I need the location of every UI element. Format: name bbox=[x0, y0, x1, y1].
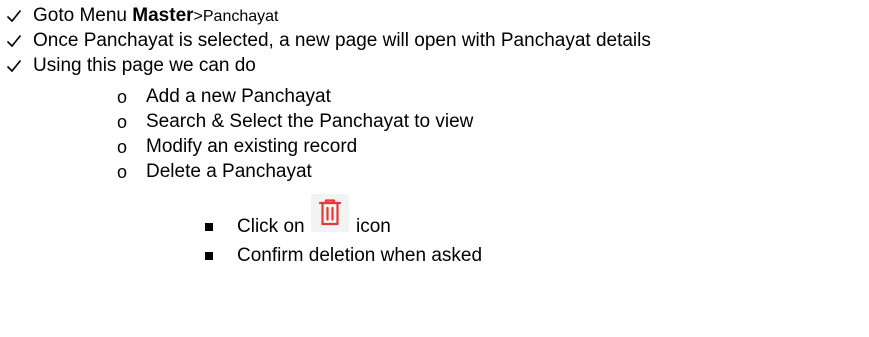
menu-panchayat: >Panchayat bbox=[193, 8, 279, 25]
instruction-document: Goto Menu Master>Panchayat Once Panchaya… bbox=[0, 0, 869, 337]
list-bullet: o bbox=[117, 87, 128, 107]
step-panchayat-selected: Once Panchayat is selected, a new page w… bbox=[33, 30, 651, 51]
menu-master: Master bbox=[132, 5, 194, 26]
substep-confirm: Confirm deletion when asked bbox=[237, 245, 483, 266]
step-using-page: Using this page we can do bbox=[33, 55, 256, 76]
action-search-select: Search & Select the Panchayat to view bbox=[146, 111, 474, 132]
step-goto-menu: Goto Menu Master>Panchayat bbox=[33, 4, 278, 29]
square-bullet bbox=[205, 252, 213, 260]
list-bullet: o bbox=[117, 162, 128, 182]
action-add: Add a new Panchayat bbox=[146, 86, 331, 107]
check-icon bbox=[6, 8, 22, 24]
check-icon bbox=[6, 58, 22, 74]
action-delete: Delete a Panchayat bbox=[146, 161, 312, 182]
substep-click-suffix: icon bbox=[356, 216, 391, 237]
list-bullet: o bbox=[117, 112, 128, 132]
trash-icon bbox=[311, 194, 349, 232]
list-bullet: o bbox=[117, 137, 128, 157]
step-goto-prefix: Goto Menu bbox=[33, 5, 133, 26]
square-bullet bbox=[205, 223, 213, 231]
action-modify: Modify an existing record bbox=[146, 136, 358, 157]
check-icon bbox=[6, 33, 22, 49]
substep-click-prefix: Click on bbox=[237, 216, 305, 237]
